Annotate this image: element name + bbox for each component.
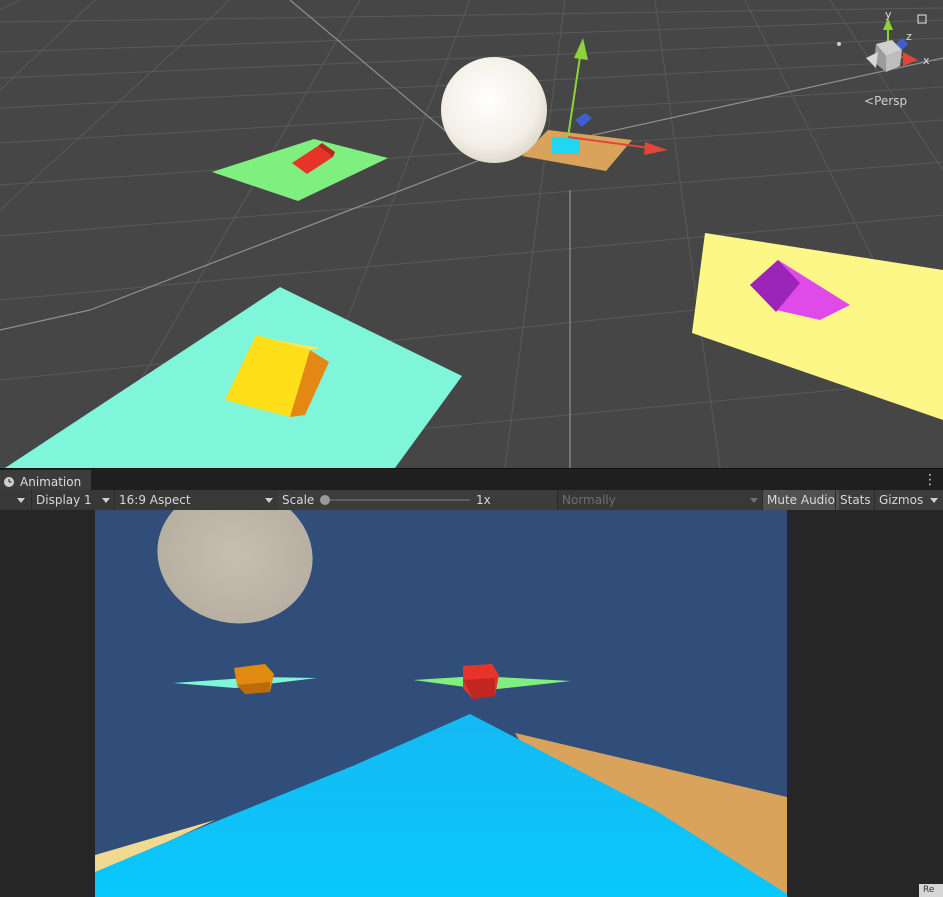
- scale-label: Scale: [282, 493, 315, 507]
- projection-toggle[interactable]: <Persp: [864, 94, 907, 108]
- stats-button[interactable]: Stats: [835, 490, 875, 510]
- playmode-dropdown[interactable]: Normally: [557, 490, 762, 510]
- display-label: Display 1: [36, 493, 92, 507]
- cyan-cube[interactable]: [552, 137, 580, 154]
- game-view[interactable]: [0, 510, 943, 897]
- persp-icon: <: [864, 94, 875, 108]
- gizmo-axis-z: z: [906, 30, 912, 43]
- scale-slider-handle[interactable]: [320, 495, 330, 505]
- gizmos-dropdown[interactable]: [926, 490, 943, 510]
- chevron-down-icon: [750, 498, 758, 503]
- scale-slider-track[interactable]: [324, 499, 470, 501]
- playmode-label: Normally: [562, 493, 616, 507]
- more-options-icon[interactable]: ⋮: [923, 471, 937, 489]
- white-sphere[interactable]: [441, 57, 547, 163]
- chevron-down-icon: [930, 498, 938, 503]
- chevron-down-icon: [17, 498, 25, 503]
- gizmos-button[interactable]: Gizmos: [874, 490, 927, 510]
- aspect-label: 16:9 Aspect: [119, 493, 191, 507]
- scene-view[interactable]: y z x <Persp: [0, 0, 943, 468]
- gizmo-axis-x: x: [923, 54, 930, 67]
- corner-badge[interactable]: Re: [919, 884, 943, 897]
- scale-value: 1x: [476, 493, 491, 507]
- scene-canvas[interactable]: y z x: [0, 0, 943, 468]
- game-tabbar: Animation ⋮: [0, 468, 943, 493]
- chevron-down-icon: [265, 498, 273, 503]
- mute-audio-button[interactable]: Mute Audio: [762, 490, 839, 510]
- game-toolbar: Display 1 16:9 Aspect Scale 1x Normally …: [0, 490, 943, 511]
- game-canvas: [95, 510, 787, 897]
- projection-label: Persp: [874, 94, 908, 108]
- gizmo-axis-y: y: [885, 8, 892, 21]
- chevron-down-icon: [102, 498, 110, 503]
- game-view-dropdown[interactable]: [0, 490, 29, 510]
- display-dropdown[interactable]: Display 1: [31, 490, 114, 510]
- clock-icon: [4, 477, 14, 487]
- tab-animation-label: Animation: [20, 475, 82, 489]
- game-viewport[interactable]: [95, 510, 787, 897]
- aspect-dropdown[interactable]: 16:9 Aspect: [114, 490, 277, 510]
